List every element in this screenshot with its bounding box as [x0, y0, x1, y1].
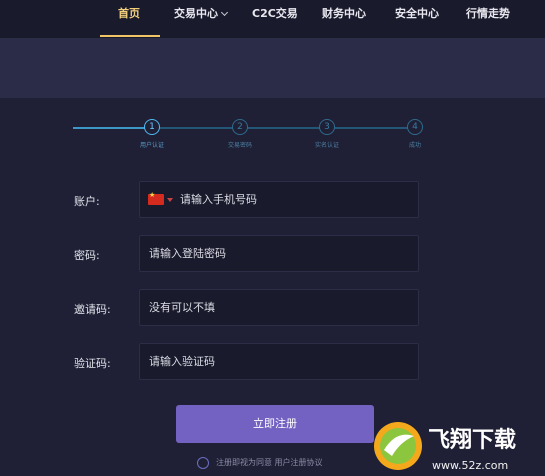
- password-label: 密码:: [74, 249, 100, 262]
- watermark-title: 飞翔下载: [428, 427, 516, 453]
- captcha-field: [139, 343, 419, 380]
- step-2-label: 交易密码: [227, 142, 252, 149]
- step-line-pending: [151, 127, 415, 129]
- step-3-circle: 3: [319, 119, 335, 135]
- register-button[interactable]: 立即注册: [176, 405, 374, 443]
- nav-item-trade-center-label: 交易中心: [174, 7, 218, 20]
- step-line-active: [73, 127, 151, 129]
- phone-input[interactable]: [180, 182, 410, 217]
- top-nav: 首页 交易中心 C2C交易 财务中心 安全中心 行情走势: [0, 0, 545, 38]
- caret-down-icon[interactable]: [167, 198, 173, 202]
- agreement-text[interactable]: 注册即视为同意 用户注册协议: [216, 457, 323, 468]
- invite-label: 邀请码:: [74, 303, 111, 316]
- watermark-url: www.52z.com: [432, 459, 508, 472]
- nav-item-finance[interactable]: 财务中心: [322, 0, 366, 38]
- step-4-circle: 4: [407, 119, 423, 135]
- account-field: ★: [139, 181, 419, 218]
- nav-item-c2c[interactable]: C2C交易: [252, 0, 298, 38]
- step-1-circle: 1: [144, 119, 160, 135]
- password-field: [139, 235, 419, 272]
- captcha-label: 验证码:: [74, 357, 111, 370]
- captcha-input[interactable]: [149, 344, 410, 379]
- banner: [0, 38, 545, 98]
- nav-item-security[interactable]: 安全中心: [395, 0, 439, 38]
- chevron-down-icon: [220, 8, 229, 17]
- step-1-label: 用户认证: [139, 142, 164, 149]
- china-flag-icon[interactable]: ★: [148, 191, 164, 205]
- step-3-label: 实名认证: [314, 142, 339, 149]
- invite-input[interactable]: [149, 290, 410, 325]
- nav-item-market[interactable]: 行情走势: [466, 0, 510, 38]
- step-4-label: 成功: [408, 142, 421, 149]
- account-label: 账户:: [74, 195, 100, 208]
- nav-active-underline: [100, 35, 160, 37]
- password-input[interactable]: [149, 236, 410, 271]
- watermark-logo: 飞翔下载 www.52z.com: [374, 422, 516, 472]
- nav-item-trade-center[interactable]: 交易中心: [174, 0, 229, 38]
- invite-field: [139, 289, 419, 326]
- nav-item-home[interactable]: 首页: [118, 0, 140, 38]
- step-2-circle: 2: [232, 119, 248, 135]
- agreement-checkbox[interactable]: [197, 457, 209, 469]
